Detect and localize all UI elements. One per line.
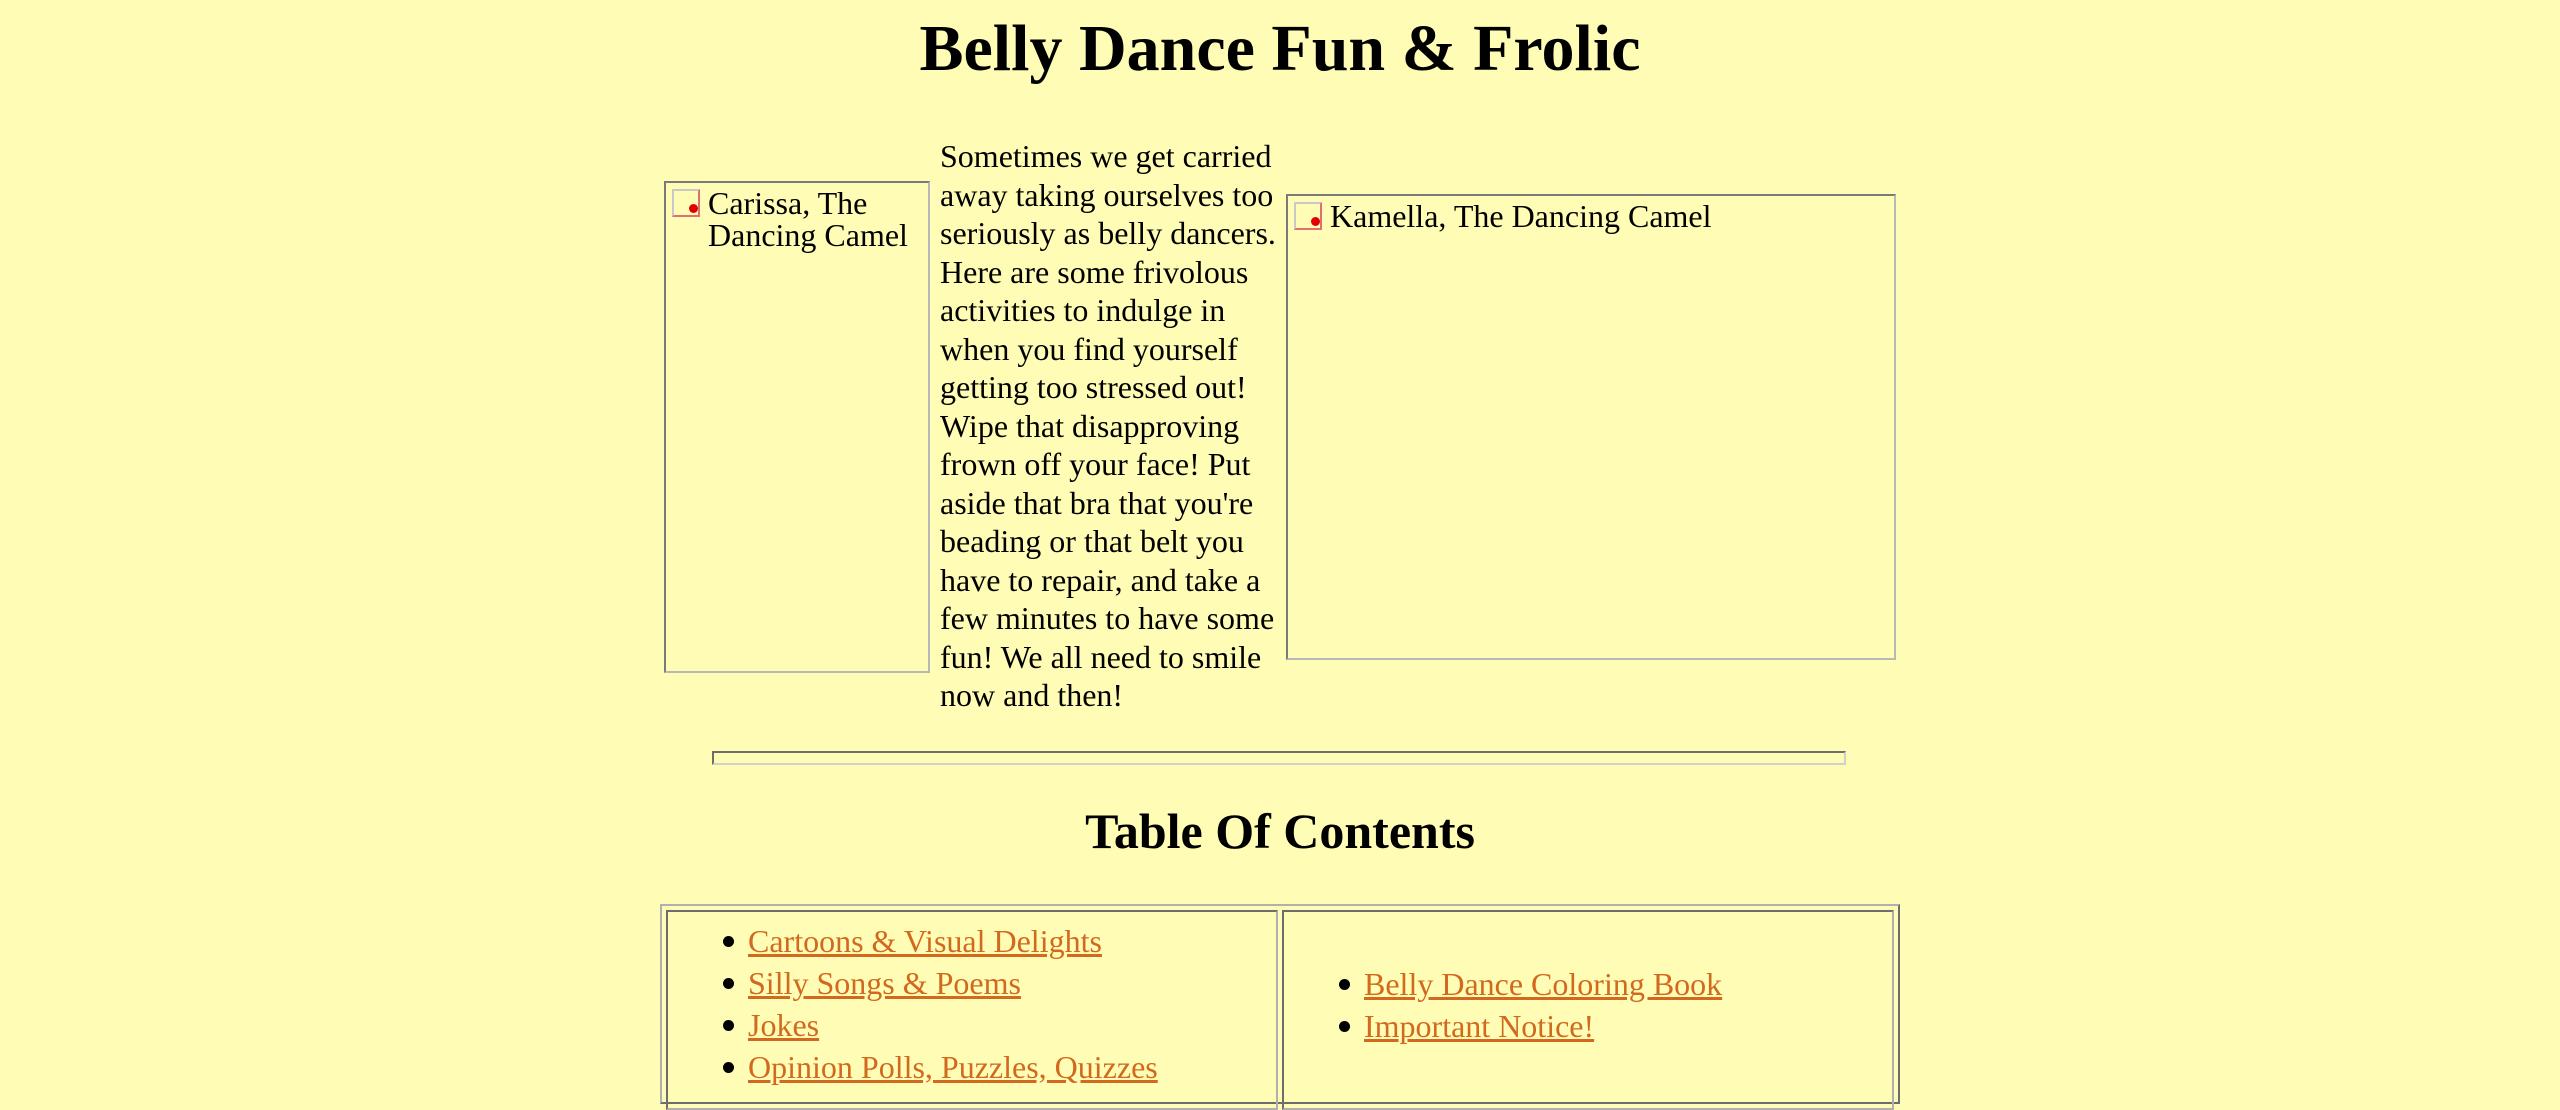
kamella-camel-image: Kamella, The Dancing Camel: [1286, 194, 1896, 660]
toc-link-important-notice[interactable]: Important Notice!: [1364, 1008, 1594, 1044]
page-title: Belly Dance Fun & Frolic: [919, 12, 1641, 85]
toc-right-cell: Belly Dance Coloring Book Important Noti…: [1282, 910, 1894, 1110]
toc-link-jokes[interactable]: Jokes: [748, 1007, 819, 1043]
toc-heading: Table Of Contents: [1085, 803, 1475, 859]
kamella-image-alt-text: Kamella, The Dancing Camel: [1330, 198, 1712, 234]
toc-right-list: Belly Dance Coloring Book Important Noti…: [1284, 963, 1722, 1047]
toc-link-coloring-book[interactable]: Belly Dance Coloring Book: [1364, 966, 1722, 1002]
toc-left-list: Cartoons & Visual Delights Silly Songs &…: [668, 920, 1158, 1088]
horizontal-divider: [712, 751, 1846, 765]
toc-link-polls-puzzles[interactable]: Opinion Polls, Puzzles, Quizzes: [748, 1049, 1158, 1085]
carissa-image-alt-text: Carissa, The Dancing Camel: [708, 185, 908, 253]
toc-link-cartoons[interactable]: Cartoons & Visual Delights: [748, 923, 1102, 959]
intro-paragraph: Sometimes we get carried away taking our…: [940, 138, 1276, 713]
broken-image-icon: [672, 189, 700, 217]
list-item: Jokes: [668, 1004, 1158, 1046]
broken-image-icon: [1294, 202, 1322, 230]
toc-left-cell: Cartoons & Visual Delights Silly Songs &…: [666, 910, 1278, 1110]
toc-table: Cartoons & Visual Delights Silly Songs &…: [660, 904, 1900, 1110]
list-item: Cartoons & Visual Delights: [668, 920, 1158, 962]
list-item: Belly Dance Coloring Book: [1284, 963, 1722, 1005]
list-item: Important Notice!: [1284, 1005, 1722, 1047]
carissa-camel-image: Carissa, The Dancing Camel: [664, 181, 930, 673]
list-item: Opinion Polls, Puzzles, Quizzes: [668, 1046, 1158, 1088]
list-item: Silly Songs & Poems: [668, 962, 1158, 1004]
toc-link-songs-poems[interactable]: Silly Songs & Poems: [748, 965, 1021, 1001]
